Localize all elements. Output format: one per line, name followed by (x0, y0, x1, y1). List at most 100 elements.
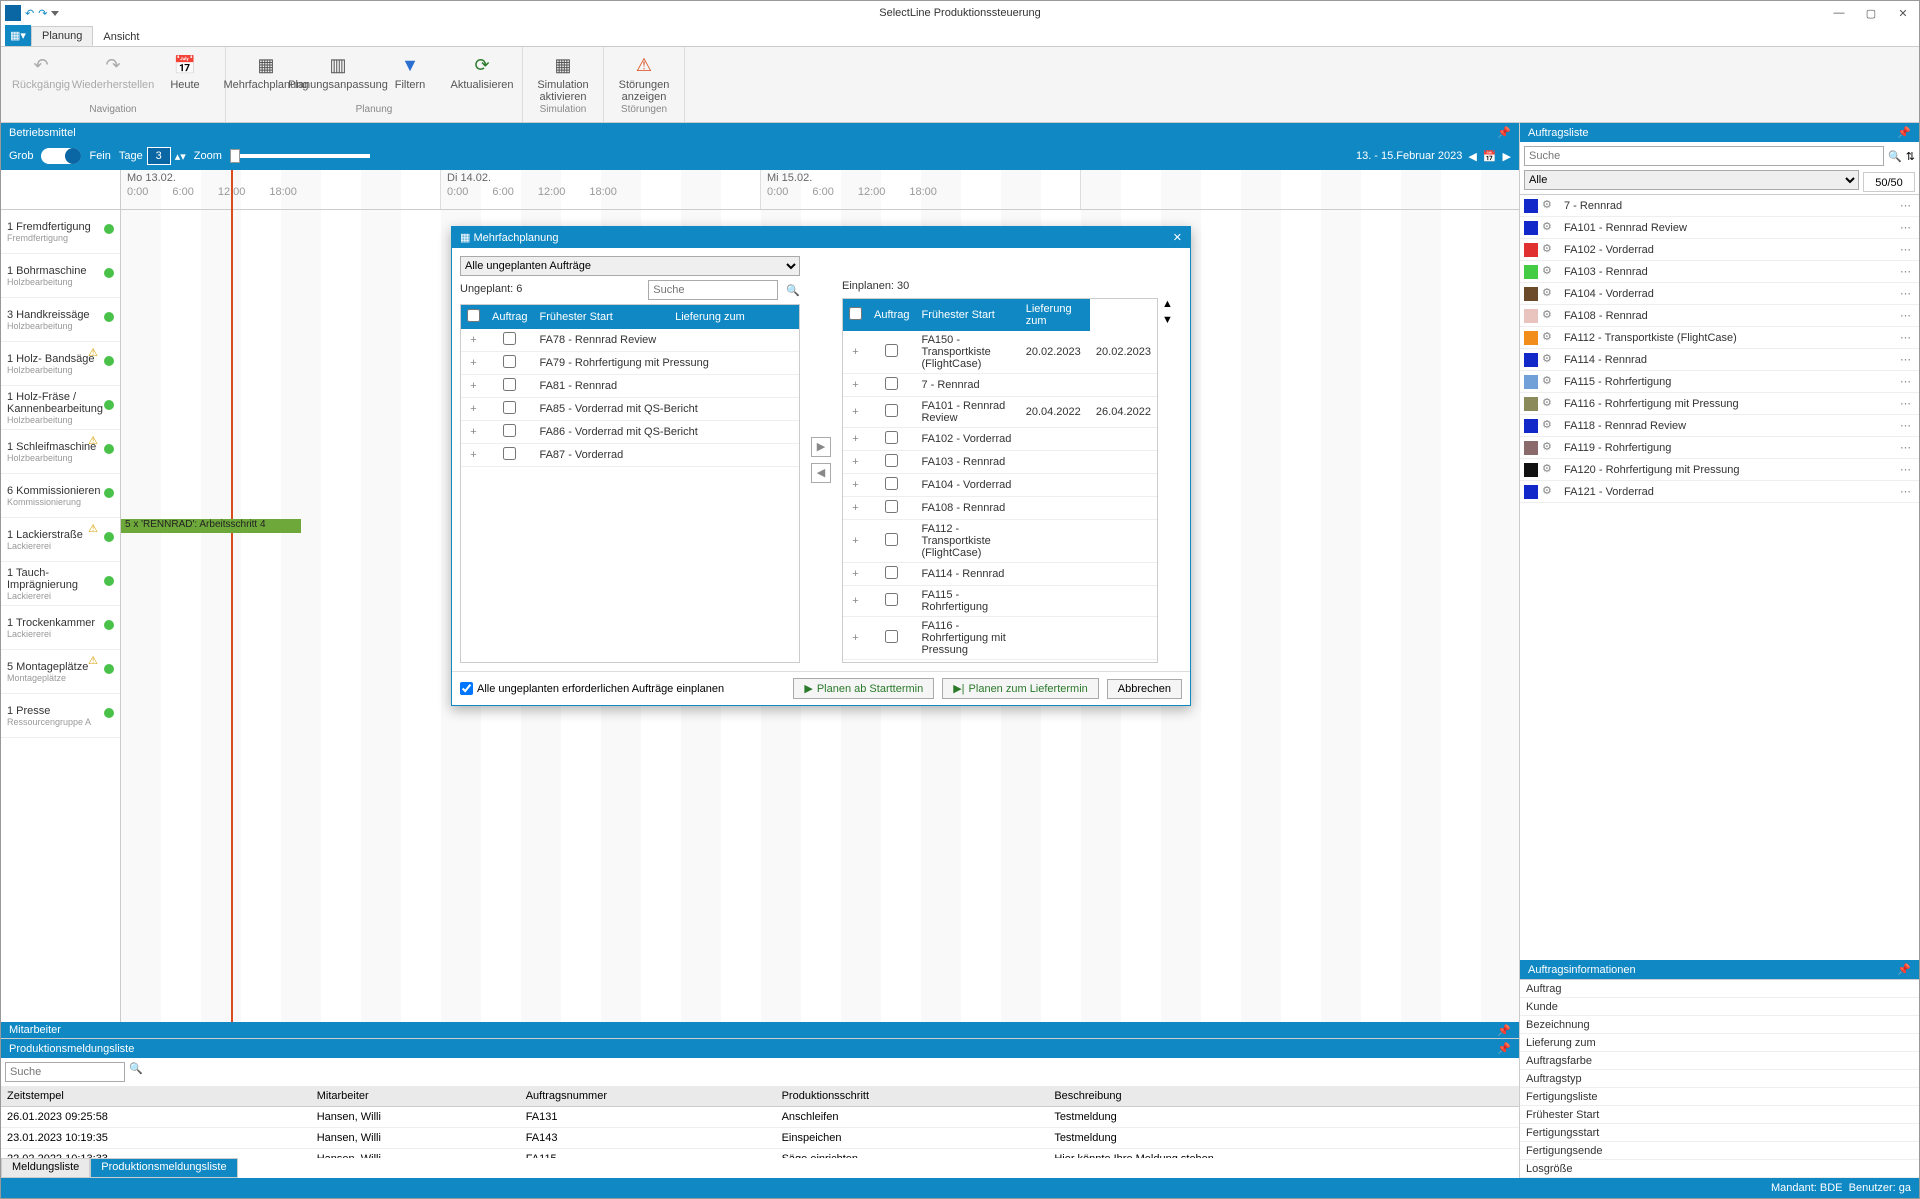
search-icon[interactable]: 🔍 (1888, 150, 1902, 163)
tab-ansicht[interactable]: Ansicht (93, 28, 149, 46)
more-icon[interactable]: ⋯ (1896, 331, 1915, 344)
table-row[interactable]: +FA104 - Vorderrad (843, 474, 1157, 497)
tage-input[interactable] (147, 147, 171, 165)
more-icon[interactable]: ⋯ (1896, 419, 1915, 432)
column-header[interactable]: Beschreibung (1048, 1086, 1519, 1107)
prodmeld-table[interactable]: ZeitstempelMitarbeiterAuftragsnummerProd… (1, 1086, 1519, 1158)
order-row[interactable]: ⚙FA112 - Transportkiste (FlightCase)⋯ (1520, 327, 1919, 349)
table-row[interactable]: 26.01.2023 09:25:58Hansen, WilliFA131Ans… (1, 1107, 1519, 1128)
sort-down-button[interactable]: ▼ (1162, 314, 1182, 326)
auftragsliste-filter[interactable]: Alle (1524, 170, 1859, 190)
expand-icon[interactable]: + (461, 329, 486, 352)
table-row[interactable]: +FA79 - Rohrfertigung mit Pressung (461, 352, 799, 375)
tage-stepper-icon[interactable]: ▴▾ (175, 150, 186, 163)
search-icon[interactable]: 🔍 (129, 1062, 143, 1082)
table-row[interactable]: +FA114 - Rennrad (843, 563, 1157, 586)
order-row[interactable]: ⚙FA115 - Rohrfertigung⋯ (1520, 371, 1919, 393)
table-row[interactable]: 23.01.2023 10:19:35Hansen, WilliFA143Ein… (1, 1128, 1519, 1149)
column-header[interactable]: Zeitstempel (1, 1086, 311, 1107)
prodmeld-pin-icon[interactable]: 📌 (1497, 1042, 1511, 1055)
more-icon[interactable]: ⋯ (1896, 221, 1915, 234)
tab-produktionsmeldungsliste[interactable]: Produktionsmeldungsliste (90, 1158, 237, 1178)
multiplan-button[interactable]: ▦Mehrfachplanung (234, 51, 298, 104)
row-checkbox[interactable] (503, 355, 516, 368)
resource-row[interactable]: 1 LackierstraßeLackiererei⚠ (1, 518, 120, 562)
planen-start-button[interactable]: ▶Planen ab Starttermin (793, 678, 934, 699)
more-icon[interactable]: ⋯ (1896, 287, 1915, 300)
order-row[interactable]: ⚙FA118 - Rennrad Review⋯ (1520, 415, 1919, 437)
table-row[interactable]: +FA150 - Transportkiste (FlightCase)20.0… (843, 331, 1157, 374)
expand-icon[interactable]: + (843, 451, 868, 474)
col-auftrag-r[interactable]: Auftrag (868, 299, 915, 331)
simulation-button[interactable]: ▦Simulation aktivieren (531, 51, 595, 104)
order-row[interactable]: ⚙7 - Rennrad⋯ (1520, 195, 1919, 217)
dialog-header[interactable]: ▦ Mehrfachplanung ✕ (452, 227, 1190, 248)
table-row[interactable]: +FA112 - Transportkiste (FlightCase) (843, 520, 1157, 563)
row-checkbox[interactable] (885, 566, 898, 579)
prodmeld-search[interactable] (5, 1062, 125, 1082)
qat-customize-icon[interactable] (51, 11, 59, 16)
dialog-search-left[interactable] (648, 280, 778, 300)
expand-icon[interactable]: + (843, 497, 868, 520)
resource-row[interactable]: 1 Tauch-ImprägnierungLackiererei (1, 562, 120, 606)
close-button[interactable]: ✕ (1891, 3, 1915, 23)
ungeplant-grid[interactable]: Auftrag Frühester Start Lieferung zum +F… (460, 304, 800, 663)
expand-icon[interactable]: + (461, 398, 486, 421)
task-bar[interactable]: 5 x 'RENNRAD': Arbeitsschritt 4 (121, 519, 301, 533)
expand-icon[interactable]: + (843, 586, 868, 617)
select-all-right[interactable] (849, 307, 862, 320)
row-checkbox[interactable] (885, 593, 898, 606)
expand-icon[interactable]: + (843, 374, 868, 397)
resource-row[interactable]: 1 SchleifmaschineHolzbearbeitung⚠ (1, 430, 120, 474)
order-row[interactable]: ⚙FA104 - Vorderrad⋯ (1520, 283, 1919, 305)
move-right-button[interactable]: ▶ (811, 437, 831, 457)
order-row[interactable]: ⚙FA120 - Rohrfertigung mit Pressung⋯ (1520, 459, 1919, 481)
resource-row[interactable]: 1 Holz- BandsägeHolzbearbeitung⚠ (1, 342, 120, 386)
order-row[interactable]: ⚙FA108 - Rennrad⋯ (1520, 305, 1919, 327)
adjust-button[interactable]: ▥Planungsanpassung (306, 51, 370, 104)
auftragsliste-list[interactable]: ⚙7 - Rennrad⋯⚙FA101 - Rennrad Review⋯⚙FA… (1520, 194, 1919, 960)
expand-icon[interactable]: + (461, 444, 486, 467)
expand-icon[interactable]: + (461, 375, 486, 398)
resource-row[interactable]: 1 PresseRessourcengruppe A (1, 694, 120, 738)
more-icon[interactable]: ⋯ (1896, 397, 1915, 410)
order-row[interactable]: ⚙FA119 - Rohrfertigung⋯ (1520, 437, 1919, 459)
row-checkbox[interactable] (885, 500, 898, 513)
row-checkbox[interactable] (885, 533, 898, 546)
col-auftrag[interactable]: Auftrag (486, 305, 533, 329)
select-all-left[interactable] (467, 309, 480, 322)
date-prev-icon[interactable]: ◀ (1468, 150, 1476, 163)
disturbance-button[interactable]: ⚠Störungen anzeigen (612, 51, 676, 104)
table-row[interactable]: +7 - Rennrad (843, 374, 1157, 397)
pin-icon[interactable]: 📌 (1497, 126, 1511, 139)
grob-fein-toggle[interactable] (41, 148, 81, 164)
expand-icon[interactable]: + (843, 660, 868, 664)
more-icon[interactable]: ⋯ (1896, 463, 1915, 476)
more-icon[interactable]: ⋯ (1896, 309, 1915, 322)
column-header[interactable]: Produktionsschritt (776, 1086, 1049, 1107)
resource-row[interactable]: 1 BohrmaschineHolzbearbeitung (1, 254, 120, 298)
table-row[interactable]: +FA86 - Vorderrad mit QS-Bericht (461, 421, 799, 444)
search-icon[interactable]: 🔍 (786, 284, 800, 297)
table-row[interactable]: +FA101 - Rennrad Review20.04.202226.04.2… (843, 397, 1157, 428)
gantt-timeline[interactable]: Mo 13.02.0:006:0012:0018:00Di 14.02.0:00… (121, 170, 1519, 1022)
refresh-button[interactable]: ⟳Aktualisieren (450, 51, 514, 104)
table-row[interactable]: +FA118 - Rennrad Review16.02.202222.02.2… (843, 660, 1157, 664)
col-lieferung-r[interactable]: Lieferung zum (1020, 299, 1090, 331)
table-row[interactable]: +FA85 - Vorderrad mit QS-Bericht (461, 398, 799, 421)
file-menu-button[interactable]: ▦▾ (5, 24, 31, 46)
cancel-button[interactable]: Abbrechen (1107, 679, 1182, 699)
row-checkbox[interactable] (503, 401, 516, 414)
row-checkbox[interactable] (885, 377, 898, 390)
expand-icon[interactable]: + (843, 428, 868, 451)
today-button[interactable]: 📅Heute (153, 51, 217, 104)
order-row[interactable]: ⚙FA103 - Rennrad⋯ (1520, 261, 1919, 283)
dialog-close-button[interactable]: ✕ (1173, 231, 1182, 244)
auftragsinfo-pin-icon[interactable]: 📌 (1897, 963, 1911, 976)
filter-select[interactable]: Alle ungeplanten Aufträge (460, 256, 800, 276)
expand-icon[interactable]: + (843, 617, 868, 660)
qat-undo-icon[interactable]: ↶ (25, 7, 34, 20)
order-row[interactable]: ⚙FA121 - Vorderrad⋯ (1520, 481, 1919, 503)
minimize-button[interactable]: — (1827, 3, 1851, 23)
auftragsliste-search[interactable] (1524, 146, 1884, 166)
